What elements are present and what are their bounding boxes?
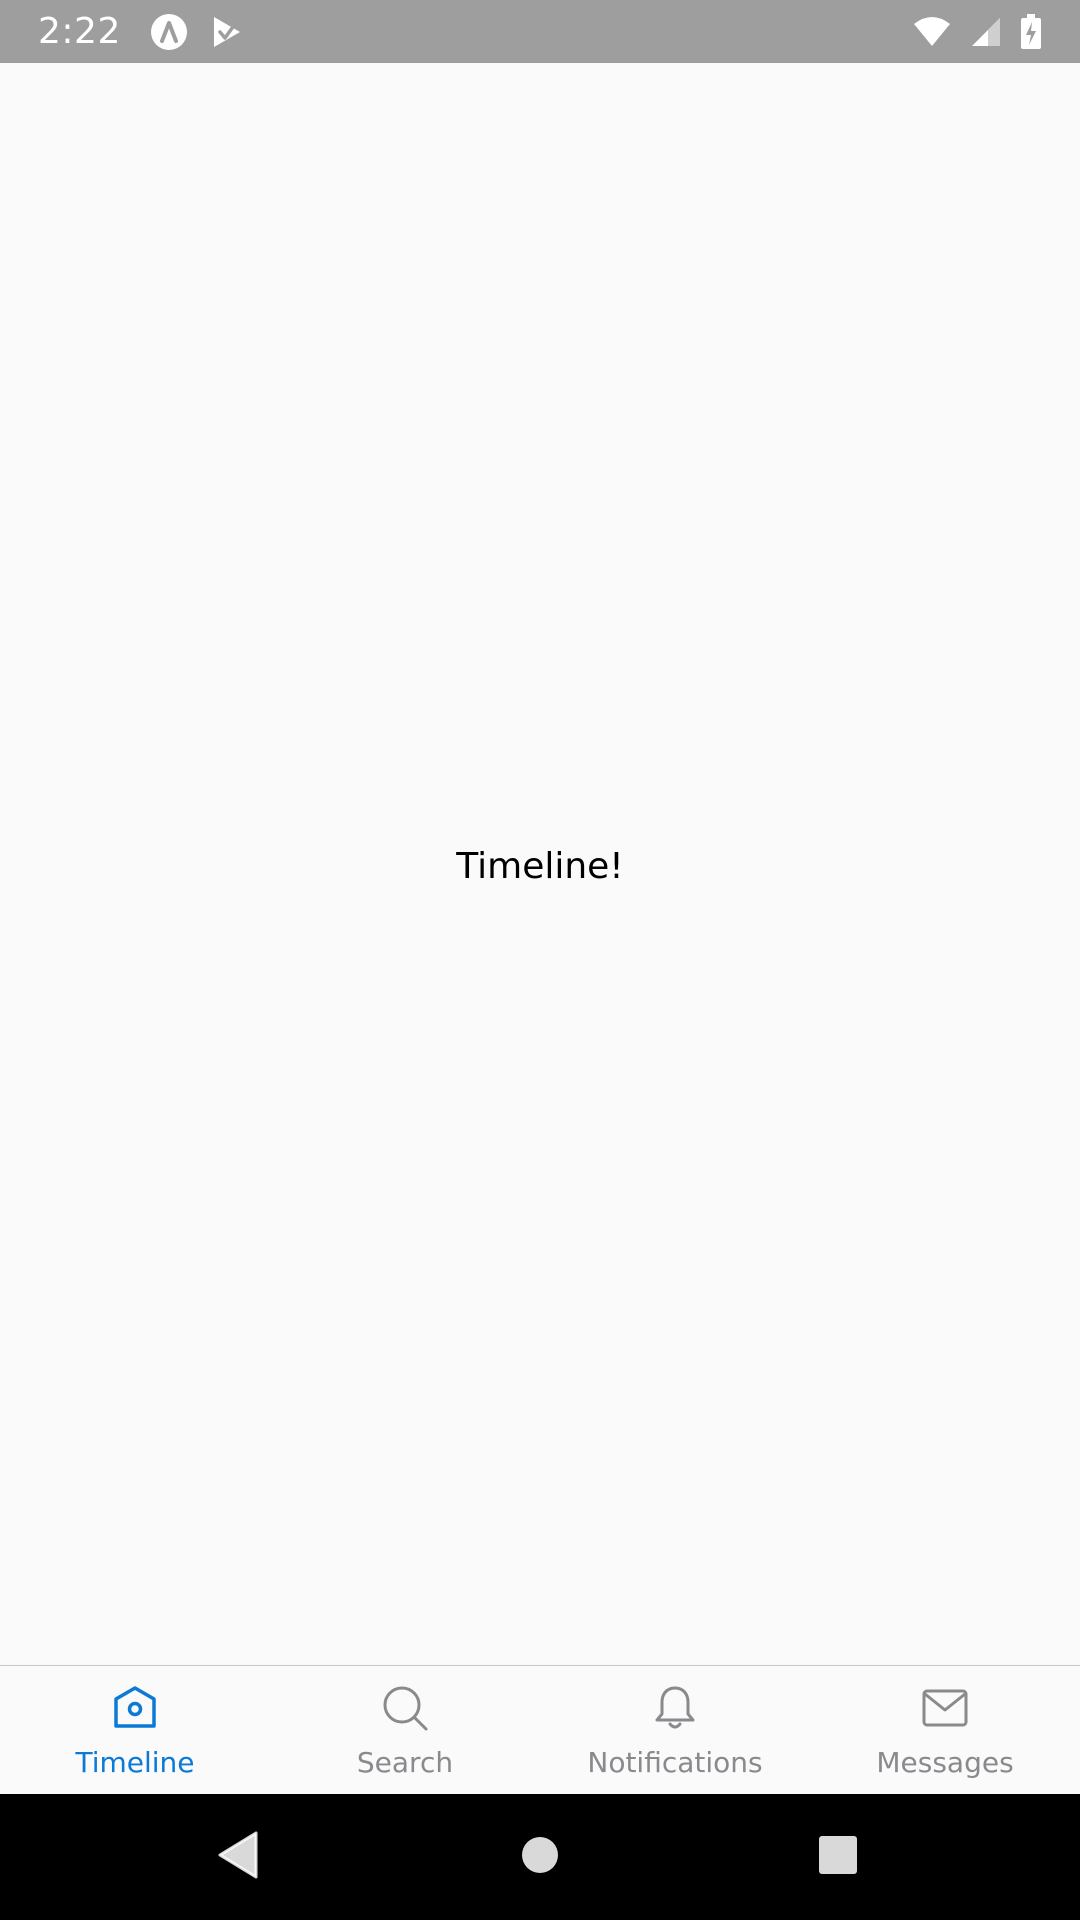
bottom-tab-bar: Timeline Search Notifications Messages [0,1665,1080,1794]
battery-charging-icon [1020,13,1042,50]
tab-notifications[interactable]: Notifications [540,1666,810,1794]
back-button[interactable] [178,1794,298,1920]
tab-timeline-label: Timeline [75,1746,195,1779]
tab-search-label: Search [356,1746,454,1779]
recents-square-icon [818,1835,858,1880]
back-triangle-icon [216,1831,260,1884]
android-studio-icon [149,12,189,52]
tab-search[interactable]: Search [270,1666,540,1794]
home-circle-icon [520,1835,560,1880]
app-screen: 2:22 Timeline! Timeline Search Notificat… [0,0,1080,1920]
mail-icon [921,1684,969,1732]
search-icon [381,1684,429,1732]
tab-notifications-label: Notifications [587,1746,763,1779]
main-content: Timeline! [0,63,1080,1665]
screen-title: Timeline! [456,845,624,887]
cellular-signal-icon [970,16,1002,48]
home-button[interactable] [480,1794,600,1920]
status-bar: 2:22 [0,0,1080,63]
status-time: 2:22 [38,11,121,52]
tab-messages-label: Messages [876,1746,1014,1779]
tab-timeline[interactable]: Timeline [0,1666,270,1794]
recents-button[interactable] [778,1794,898,1920]
home-icon [111,1684,159,1732]
bell-icon [651,1684,699,1732]
wifi-icon [912,16,952,48]
status-right-icons [912,13,1042,50]
status-left-icons [149,12,243,52]
tab-messages[interactable]: Messages [810,1666,1080,1794]
play-store-icon [211,14,243,50]
navigation-bar [0,1794,1080,1920]
